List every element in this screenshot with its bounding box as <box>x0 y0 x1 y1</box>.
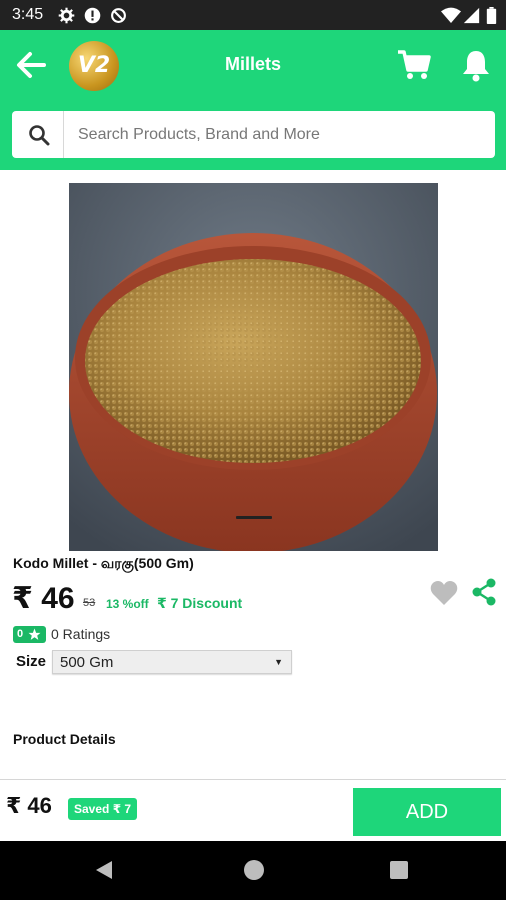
nav-recents-icon[interactable] <box>390 861 408 879</box>
settings-icon <box>58 7 75 24</box>
battery-icon <box>486 7 497 24</box>
rating-badge: 0 <box>13 626 46 643</box>
bottom-action-bar: ₹ 46 Saved ₹ 7 ADD <box>0 779 506 841</box>
size-label: Size <box>16 653 47 670</box>
dropdown-arrow-icon: ▼ <box>274 657 283 667</box>
bottom-price: ₹ 46 <box>6 793 52 818</box>
nav-home-icon[interactable] <box>244 860 264 880</box>
alert-icon <box>84 7 101 24</box>
product-mrp: 53 <box>83 597 96 609</box>
data-saver-icon <box>111 8 126 23</box>
system-nav-bar <box>0 841 506 900</box>
add-to-cart-button[interactable]: ADD <box>353 788 501 836</box>
product-price: ₹ 46 <box>12 582 75 615</box>
product-details-heading: Product Details <box>13 731 116 747</box>
search-bar-container <box>0 100 506 170</box>
product-name: Kodo Millet - வரகு(500 Gm) <box>13 555 194 571</box>
discount-amount: ₹ 7 Discount <box>157 595 243 611</box>
price-row: ₹ 46 53 13 %off ₹ 7 Discount <box>12 581 312 617</box>
percent-off: 13 %off <box>106 597 149 611</box>
ratings-count: 0 Ratings <box>51 626 111 642</box>
status-bar: 3:45 <box>0 0 506 30</box>
status-time: 3:45 <box>12 6 44 23</box>
product-image <box>69 183 438 551</box>
search-input[interactable] <box>78 123 478 147</box>
cart-icon[interactable] <box>397 48 431 82</box>
wifi-icon <box>441 7 461 23</box>
bell-icon[interactable] <box>460 48 492 82</box>
app-bar: V2 Millets <box>0 30 506 100</box>
search-box[interactable] <box>12 111 495 158</box>
size-dropdown[interactable]: 500 Gm ▼ <box>52 650 292 674</box>
rating-value: 0 <box>17 628 24 640</box>
signal-icon <box>463 7 480 24</box>
search-button[interactable] <box>12 111 64 158</box>
size-selected-value: 500 Gm <box>60 654 114 671</box>
search-icon <box>29 125 50 146</box>
heart-icon[interactable] <box>430 580 458 606</box>
saved-badge: Saved ₹ 7 <box>68 798 138 820</box>
star-icon <box>28 628 41 640</box>
share-icon[interactable] <box>471 578 497 606</box>
nav-back-icon[interactable] <box>95 860 113 880</box>
